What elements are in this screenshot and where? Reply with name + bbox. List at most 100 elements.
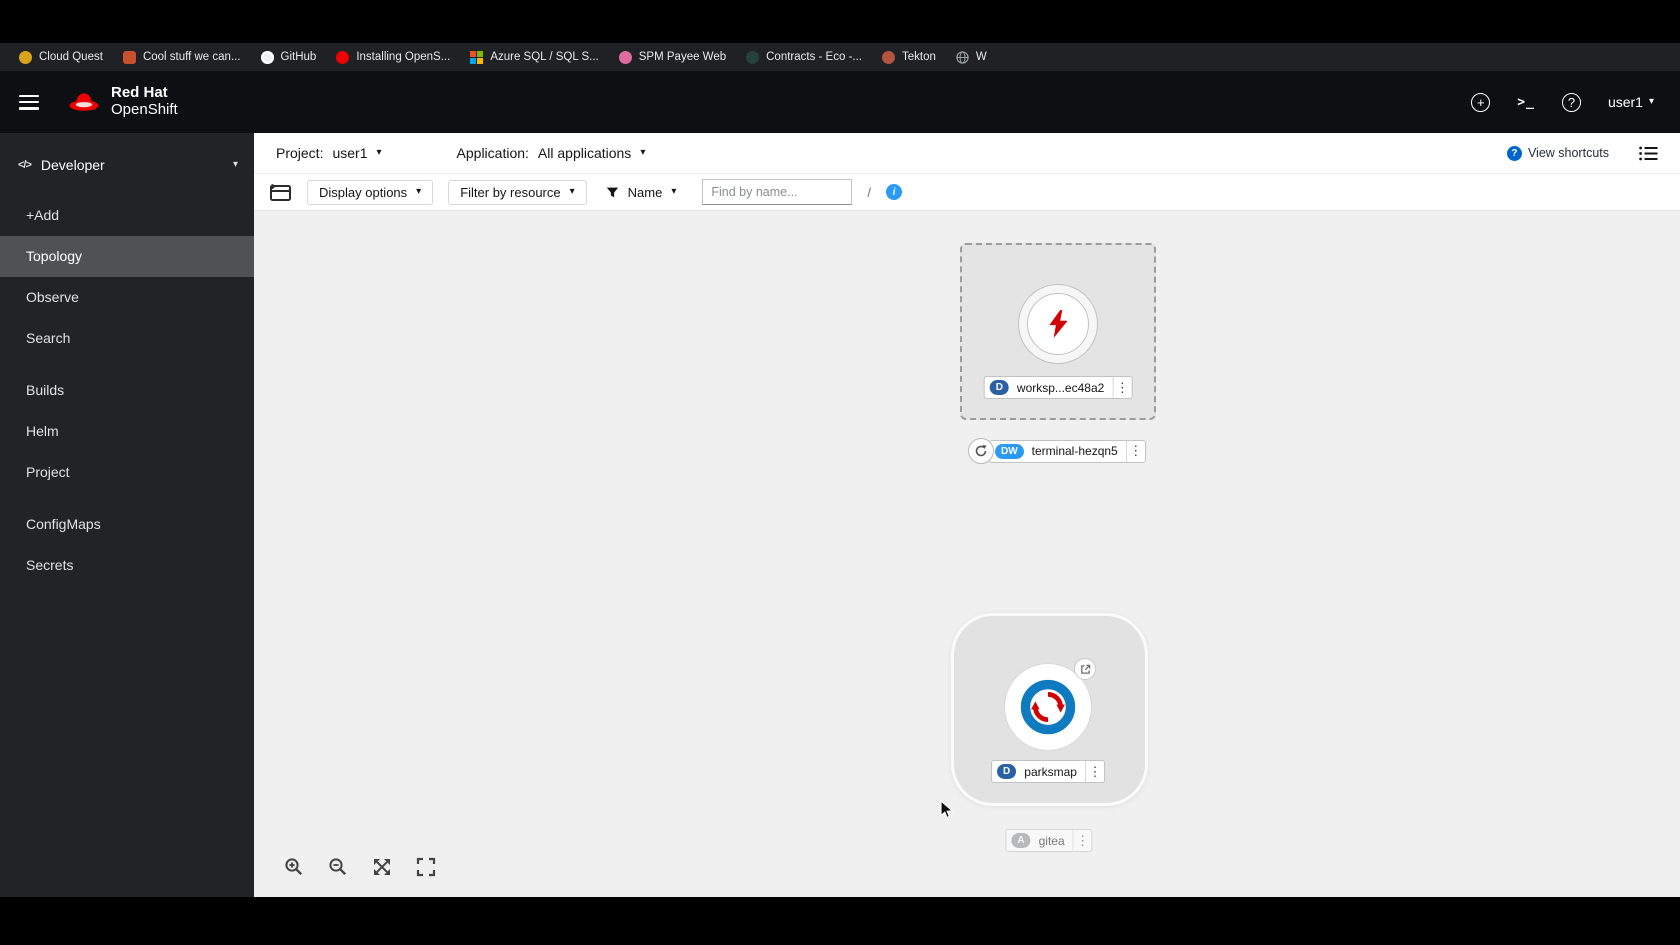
filter-by-resource-dropdown[interactable]: Filter by resource ▾ [448,179,587,205]
hamburger-menu-icon[interactable] [19,94,39,110]
info-icon[interactable]: i [885,184,902,200]
bookmark-label: Tekton [901,51,936,63]
name-filter-label: Name [627,184,663,200]
fullscreen-button[interactable] [411,852,441,882]
project-label: Project: [276,145,324,161]
chevron-down-icon: ▾ [1648,96,1654,107]
terminal-decorator-icon[interactable] [968,438,994,464]
sidebar-divider [0,359,254,370]
bookmarks-bar: Cloud Quest Cool stuff we can... GitHub … [0,43,1680,71]
bookmark-item[interactable]: Installing OpenS... [327,48,459,67]
help-icon[interactable]: ? [1561,92,1581,112]
sidebar-divider [0,493,254,504]
bookmark-item[interactable]: Cloud Quest [10,48,112,67]
bookmark-item[interactable]: Azure SQL / SQL S... [461,48,607,67]
context-bar-right: ? View shortcuts [1506,145,1658,161]
bookmark-favicon [19,50,32,64]
view-shortcuts-label: View shortcuts [1527,146,1609,160]
terminal-node: DW terminal-hezqn5 ⋮ [968,438,1146,464]
name-filter-dropdown[interactable]: Name ▾ [601,180,688,204]
user-menu[interactable]: user1 ▾ [1608,94,1654,110]
bookmark-label: GitHub [280,51,317,63]
project-value: user1 [332,145,368,161]
sidebar-item-topology[interactable]: Topology [0,236,254,277]
workspace-node-label[interactable]: D worksp...ec48a2 ⋮ [983,376,1133,399]
red-hat-logo-icon [67,90,101,114]
kebab-menu-icon[interactable]: ⋮ [1072,830,1092,851]
bookmark-label: Cloud Quest [39,51,103,63]
application-dropdown[interactable]: Application: All applications ▾ [457,145,646,161]
bookmark-item[interactable]: GitHub [252,48,326,67]
web-terminal-icon[interactable]: >_ [1517,95,1535,110]
globe-icon [956,50,969,64]
perspective-switcher[interactable]: </> Developer ▾ [18,145,238,185]
plus-glyph: + [1476,94,1485,110]
chevron-down-icon: ▾ [671,186,677,197]
sidebar-item-observe[interactable]: Observe [0,277,254,318]
brand-logo[interactable]: Red Hat OpenShift [67,84,178,119]
filter-by-resource-label: Filter by resource [460,184,561,200]
azure-grid-favicon [470,50,484,64]
bookmark-item[interactable]: SPM Payee Web [610,48,735,67]
workspace-node[interactable] [1018,284,1098,364]
question-circle-icon: ? [1506,145,1522,161]
bookmark-item[interactable]: Cool stuff we can... [114,48,250,67]
slash-shortcut-hint: / [867,184,871,200]
parksmap-node-label[interactable]: D parksmap ⋮ [991,760,1105,783]
kebab-menu-icon[interactable]: ⋮ [1084,761,1104,782]
find-by-name-input[interactable] [702,179,853,205]
bookmark-favicon [746,50,760,64]
brand-name-bottom: OpenShift [111,101,178,118]
masthead: Red Hat OpenShift + >_ ? user1 ▾ [0,71,1680,133]
view-shortcuts-button[interactable]: ? View shortcuts [1506,145,1609,161]
list-view-toggle-icon[interactable] [1639,146,1658,161]
sidebar-item-search[interactable]: Search [0,318,254,359]
project-dropdown[interactable]: Project: user1 ▾ [276,145,382,161]
bookmark-item[interactable]: W [947,48,996,67]
zoom-in-button[interactable] [279,852,309,882]
application-value: All applications [537,145,632,161]
kebab-menu-icon[interactable]: ⋮ [1125,440,1145,462]
export-application-icon[interactable] [268,183,292,202]
sidebar-item-builds[interactable]: Builds [0,370,254,411]
bookmark-favicon [618,50,632,64]
sidebar-item-configmaps[interactable]: ConfigMaps [0,504,254,545]
sidebar-item-secrets[interactable]: Secrets [0,545,254,586]
chevron-down-icon: ▾ [416,186,422,197]
funnel-icon [606,186,619,199]
quick-create-icon[interactable]: + [1471,92,1491,112]
chevron-down-icon: ▾ [569,186,575,197]
deployment-badge: D [989,380,1009,395]
topology-canvas[interactable]: D worksp...ec48a2 ⋮ DW terminal-hezqn5 ⋮ [254,211,1680,897]
sidebar-item-add[interactable]: +Add [0,195,254,236]
application-badge: A [1011,833,1031,848]
external-link-decorator[interactable] [1074,658,1096,680]
perspective-label: Developer [40,157,105,173]
developer-code-icon: </> [18,159,32,171]
context-bar: Project: user1 ▾ Application: All applic… [254,133,1680,174]
sidebar: </> Developer ▾ +Add Topology Observe Se… [0,133,254,897]
brand-text: Red Hat OpenShift [111,84,178,119]
topology-toolbar: Display options ▾ Filter by resource ▾ N… [254,174,1680,211]
terminal-node-label[interactable]: DW terminal-hezqn5 ⋮ [989,439,1146,463]
gitea-node-label[interactable]: A gitea ⋮ [1005,829,1093,852]
sidebar-item-project[interactable]: Project [0,452,254,493]
fit-to-screen-button[interactable] [367,852,397,882]
application-label: Application: [456,145,529,161]
kebab-menu-icon[interactable]: ⋮ [1112,377,1131,398]
devworkspace-badge: DW [995,443,1024,459]
bookmark-label: Contracts - Eco -... [766,51,862,63]
bookmark-favicon [122,50,136,64]
bookmark-item[interactable]: Contracts - Eco -... [737,48,871,67]
terminal-node-name: terminal-hezqn5 [1031,444,1118,458]
bookmark-label: W [975,51,987,63]
gitea-node-name: gitea [1038,833,1065,848]
github-icon [260,50,274,64]
openshift-favicon [336,50,350,64]
zoom-out-button[interactable] [323,852,353,882]
bookmark-item[interactable]: Tekton [873,48,945,67]
sidebar-item-helm[interactable]: Helm [0,411,254,452]
display-options-dropdown[interactable]: Display options ▾ [307,179,434,205]
brand-name-top: Red Hat [111,84,168,102]
bookmark-label: SPM Payee Web [638,51,727,63]
